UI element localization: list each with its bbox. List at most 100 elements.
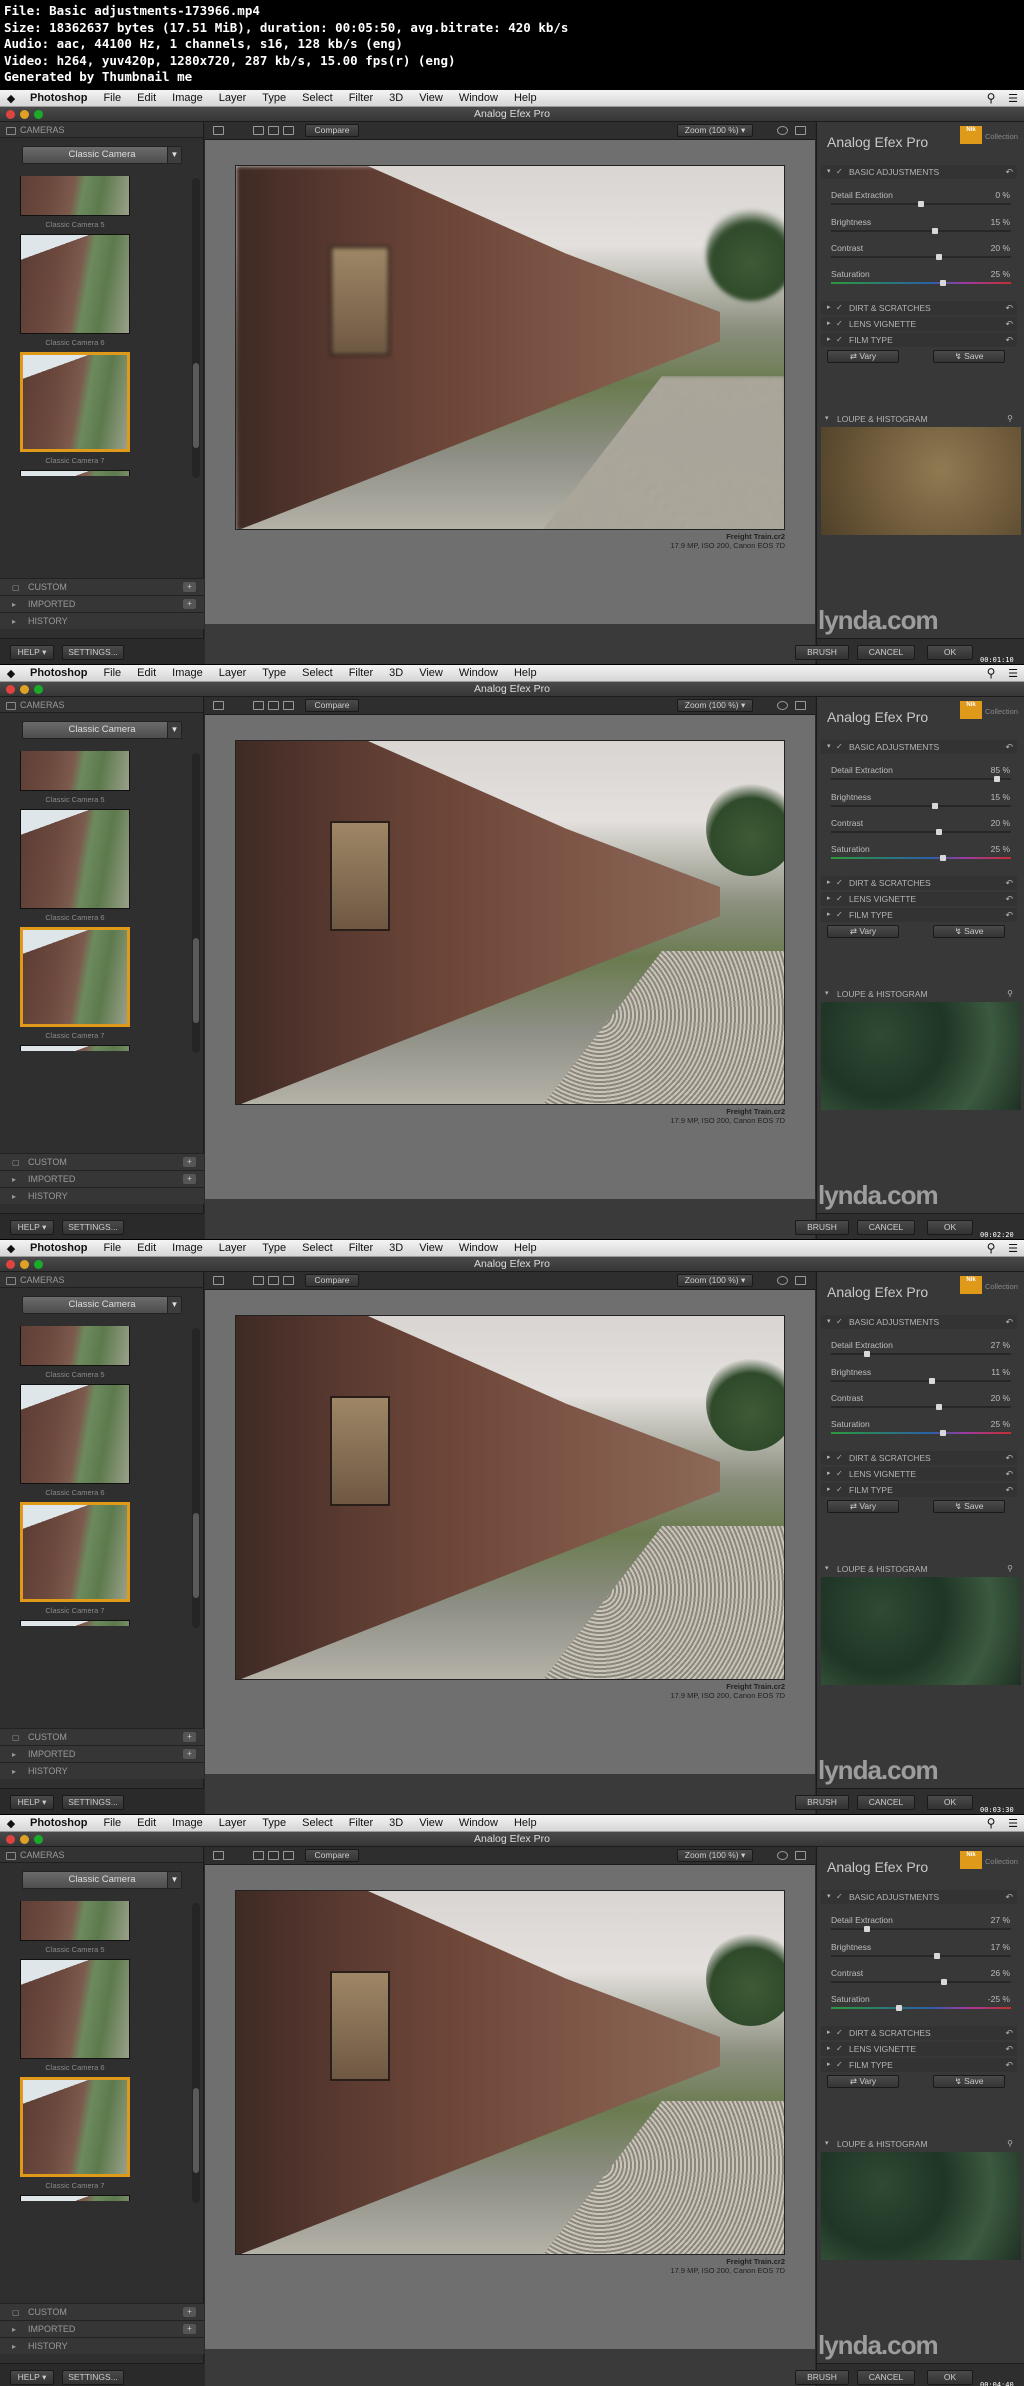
thumbnails-scrollbar[interactable] <box>192 178 200 478</box>
menu-list-icon[interactable]: ☰ <box>1002 92 1024 105</box>
apple-icon[interactable]: ◆ <box>0 92 22 105</box>
brightness-slider[interactable] <box>831 1378 1011 1384</box>
scrollbar-thumb[interactable] <box>193 2088 199 2173</box>
contrast-slider[interactable] <box>831 1979 1011 1985</box>
compare-button[interactable]: Compare <box>305 1274 359 1287</box>
camera-thumbnail-7[interactable] <box>20 1045 130 1051</box>
pin-icon[interactable]: ⚲ <box>1007 2137 1013 2151</box>
panel-toggle-right-icon[interactable] <box>795 1851 806 1860</box>
save-preset-button[interactable]: ↯ Save <box>933 925 1005 938</box>
imported-section[interactable]: ▸ IMPORTED + <box>0 1170 204 1187</box>
menu-file[interactable]: File <box>95 665 129 682</box>
camera-thumbnail-4[interactable] <box>20 751 130 791</box>
brush-button[interactable]: BRUSH <box>795 1795 849 1810</box>
menu-app-photoshop[interactable]: Photoshop <box>22 90 95 107</box>
contrast-slider[interactable] <box>831 254 1011 260</box>
cancel-button[interactable]: CANCEL <box>857 645 915 660</box>
camera-category-dropdown[interactable]: Classic Camera ▼ <box>22 146 182 164</box>
camera-thumbnail-5[interactable] <box>20 809 130 909</box>
help-button[interactable]: HELP ▾ <box>10 1220 54 1235</box>
menu-3d[interactable]: 3D <box>381 90 411 107</box>
menu-help[interactable]: Help <box>506 665 545 682</box>
menu-edit[interactable]: Edit <box>129 90 164 107</box>
camera-category-dropdown[interactable]: Classic Camera ▼ <box>22 721 182 739</box>
camera-thumbnail-4[interactable] <box>20 176 130 216</box>
loupe-histogram-header[interactable]: ▾ LOUPE & HISTOGRAM ⚲ <box>821 987 1017 1001</box>
reset-icon[interactable]: ↶ <box>1005 2026 1013 2040</box>
detail-extraction-slider[interactable] <box>831 201 1011 207</box>
add-preset-icon[interactable]: + <box>183 582 196 592</box>
reset-icon[interactable]: ↶ <box>1005 165 1013 179</box>
zoom-window-button[interactable] <box>34 110 43 119</box>
image-canvas[interactable]: Freight Train.cr2 17.9 MP, ISO 200, Cano… <box>205 140 815 624</box>
menu-help[interactable]: Help <box>506 1815 545 1832</box>
thumbnails-scrollbar[interactable] <box>192 753 200 1053</box>
lens-vignette-header[interactable]: ▸ ✓ LENS VIGNETTE ↶ <box>821 1467 1017 1481</box>
zoom-selector[interactable]: Zoom (100 %) ▾ <box>677 124 753 137</box>
import-preset-icon[interactable]: + <box>183 2324 196 2334</box>
lens-vignette-header[interactable]: ▸ ✓ LENS VIGNETTE ↶ <box>821 317 1017 331</box>
side-by-side-view-icon[interactable] <box>283 1276 294 1285</box>
history-section[interactable]: ▸ HISTORY <box>0 1187 204 1204</box>
custom-section[interactable]: ▢ CUSTOM + <box>0 1728 204 1745</box>
checkmark-icon[interactable]: ✓ <box>836 165 843 179</box>
reset-icon[interactable]: ↶ <box>1005 333 1013 347</box>
thumbnails-scrollbar[interactable] <box>192 1903 200 2203</box>
vary-button[interactable]: ⇄ Vary <box>827 925 899 938</box>
panel-toggle-icon[interactable] <box>213 1276 224 1285</box>
brush-button[interactable]: BRUSH <box>795 645 849 660</box>
film-type-header[interactable]: ▸ ✓ FILM TYPE ↶ <box>821 333 1017 347</box>
slider-knob[interactable] <box>936 829 942 835</box>
custom-section[interactable]: ▢ CUSTOM + <box>0 1153 204 1170</box>
import-preset-icon[interactable]: + <box>183 1749 196 1759</box>
checkmark-icon[interactable]: ✓ <box>836 740 843 754</box>
camera-thumbnail-selected[interactable] <box>20 2077 130 2177</box>
menu-image[interactable]: Image <box>164 90 211 107</box>
zoom-window-button[interactable] <box>34 1835 43 1844</box>
settings-button[interactable]: SETTINGS... <box>62 1795 124 1810</box>
panel-toggle-icon[interactable] <box>213 701 224 710</box>
reset-icon[interactable]: ↶ <box>1005 892 1013 906</box>
slider-knob[interactable] <box>939 280 946 286</box>
panel-toggle-right-icon[interactable] <box>795 126 806 135</box>
compare-button[interactable]: Compare <box>305 124 359 137</box>
menu-filter[interactable]: Filter <box>341 1815 381 1832</box>
slider-knob[interactable] <box>941 1979 948 1985</box>
menu-layer[interactable]: Layer <box>211 90 255 107</box>
dirt-scratches-header[interactable]: ▸ ✓ DIRT & SCRATCHES ↶ <box>821 2026 1017 2040</box>
checkmark-icon[interactable]: ✓ <box>836 1483 843 1497</box>
preview-photo[interactable] <box>235 740 785 1105</box>
checkmark-icon[interactable]: ✓ <box>836 1451 843 1465</box>
zoom-selector[interactable]: Zoom (100 %) ▾ <box>677 1849 753 1862</box>
brush-button[interactable]: BRUSH <box>795 2370 849 2385</box>
apple-icon[interactable]: ◆ <box>0 1242 22 1255</box>
compare-button[interactable]: Compare <box>305 699 359 712</box>
ok-button[interactable]: OK <box>927 645 973 660</box>
contrast-slider[interactable] <box>831 1404 1011 1410</box>
reset-icon[interactable]: ↶ <box>1005 1483 1013 1497</box>
menu-image[interactable]: Image <box>164 1815 211 1832</box>
imported-section[interactable]: ▸ IMPORTED + <box>0 2320 204 2337</box>
panel-toggle-icon[interactable] <box>213 126 224 135</box>
menu-view[interactable]: View <box>411 90 451 107</box>
menu-type[interactable]: Type <box>254 665 294 682</box>
camera-thumbnail-5[interactable] <box>20 1959 130 2059</box>
menu-3d[interactable]: 3D <box>381 1815 411 1832</box>
checkmark-icon[interactable]: ✓ <box>836 317 843 331</box>
checkmark-icon[interactable]: ✓ <box>836 333 843 347</box>
import-preset-icon[interactable]: + <box>183 599 196 609</box>
menu-list-icon[interactable]: ☰ <box>1002 1242 1024 1255</box>
split-view-icon[interactable] <box>268 1851 279 1860</box>
menu-help[interactable]: Help <box>506 90 545 107</box>
side-by-side-view-icon[interactable] <box>283 1851 294 1860</box>
apple-icon[interactable]: ◆ <box>0 667 22 680</box>
minimize-window-button[interactable] <box>20 1835 29 1844</box>
camera-category-dropdown[interactable]: Classic Camera ▼ <box>22 1871 182 1889</box>
ok-button[interactable]: OK <box>927 1795 973 1810</box>
single-view-icon[interactable] <box>253 1276 264 1285</box>
loupe-histogram-header[interactable]: ▾ LOUPE & HISTOGRAM ⚲ <box>821 412 1017 426</box>
minimize-window-button[interactable] <box>20 110 29 119</box>
reset-icon[interactable]: ↶ <box>1005 1890 1013 1904</box>
slider-knob[interactable] <box>896 2005 903 2011</box>
preview-photo[interactable] <box>235 165 785 530</box>
